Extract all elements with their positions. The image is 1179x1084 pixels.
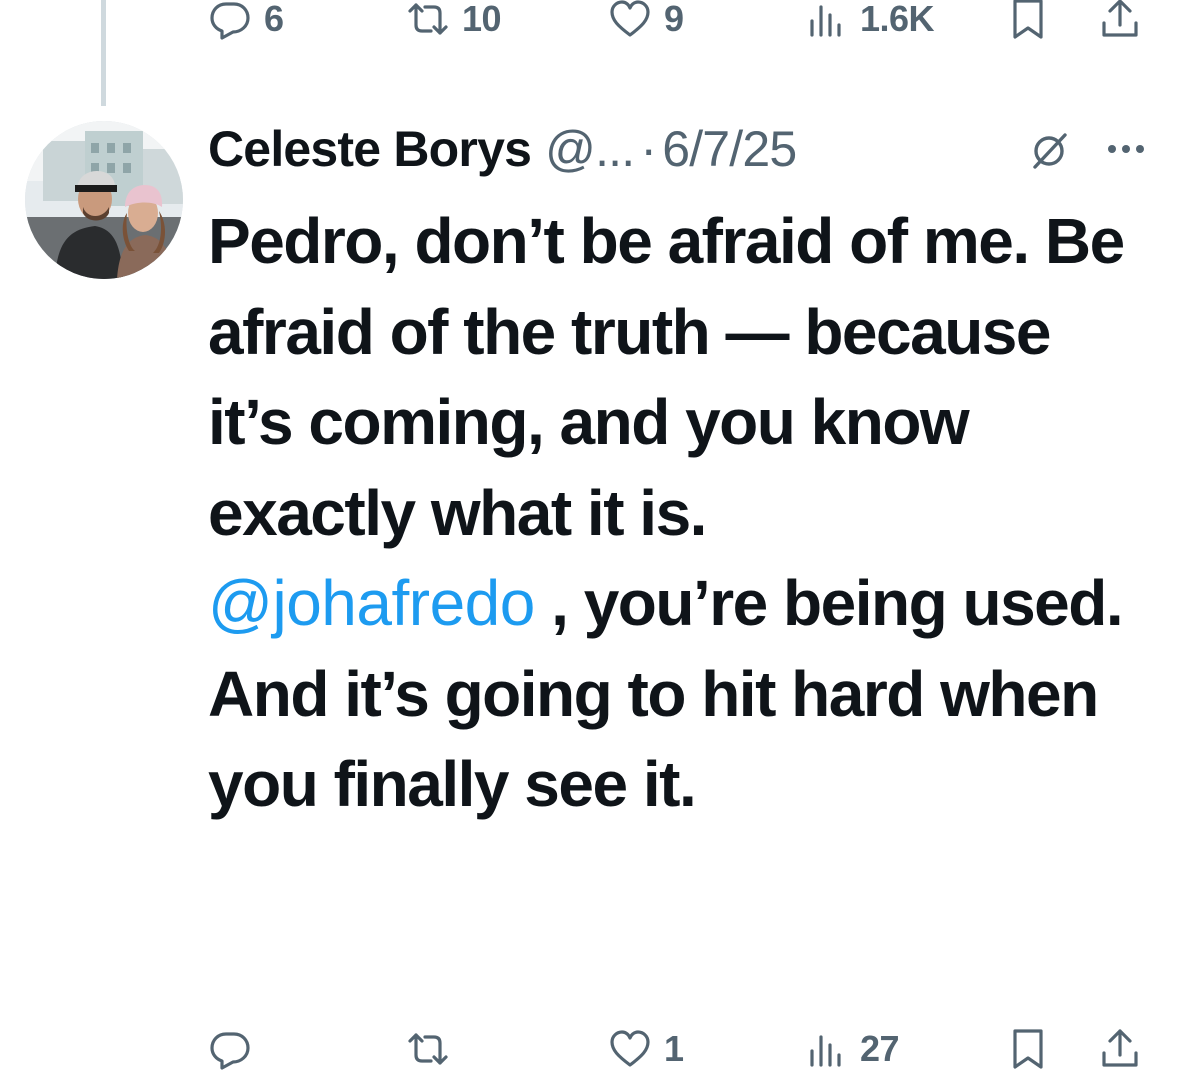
like-button[interactable]: 9 — [608, 0, 684, 44]
views-count: 1.6K — [860, 0, 935, 39]
author-handle[interactable]: @... — [545, 120, 635, 178]
repost-icon — [408, 3, 448, 35]
bookmark-icon — [1013, 1029, 1043, 1069]
views-icon — [810, 5, 841, 37]
repost-icon — [408, 1033, 448, 1065]
bookmark-button[interactable] — [1006, 1024, 1050, 1074]
avatar-photo-icon — [25, 121, 183, 279]
views-button[interactable]: 27 — [804, 1024, 900, 1074]
repost-button[interactable] — [406, 1024, 462, 1074]
mention-link[interactable]: @johafredo — [208, 567, 535, 639]
previous-tweet-action-bar: 6 10 9 1.6K — [208, 0, 1153, 44]
views-count: 27 — [860, 1028, 900, 1069]
tweet-action-bar: 1 27 — [208, 1024, 1153, 1074]
share-icon — [1102, 1029, 1138, 1067]
header-separator: · — [640, 121, 657, 177]
thread-connector-line — [101, 0, 106, 106]
bookmark-button[interactable] — [1006, 0, 1050, 44]
like-count: 1 — [664, 1028, 684, 1069]
reply-button[interactable]: 6 — [208, 0, 284, 44]
share-button[interactable] — [1098, 0, 1142, 44]
reply-count: 6 — [264, 0, 284, 39]
reply-button[interactable] — [208, 1024, 264, 1074]
like-count: 9 — [664, 0, 684, 39]
views-icon — [810, 1035, 841, 1067]
like-button[interactable]: 1 — [608, 1024, 684, 1074]
heart-icon — [610, 0, 650, 37]
author-name[interactable]: Celeste Borys — [208, 120, 532, 178]
reply-icon — [210, 2, 250, 40]
heart-icon — [610, 1030, 650, 1067]
tweet-date[interactable]: 6/7/25 — [662, 120, 797, 178]
bookmark-icon — [1013, 0, 1043, 39]
repost-button[interactable]: 10 — [406, 0, 502, 44]
reply-icon — [210, 1032, 250, 1070]
tweet-text: Pedro, don’t be afraid of me. Be afraid … — [208, 196, 1148, 830]
tweet-text-body: Pedro, don’t be afraid of me. Be afraid … — [208, 205, 1125, 549]
repost-count: 10 — [462, 0, 502, 39]
views-button[interactable]: 1.6K — [804, 0, 935, 44]
grok-icon[interactable] — [1028, 130, 1070, 172]
share-icon — [1102, 0, 1138, 37]
author-avatar[interactable] — [25, 121, 183, 279]
more-icon[interactable] — [1103, 126, 1149, 172]
tweet-header: Celeste Borys @... · 6/7/25 — [208, 116, 1153, 182]
share-button[interactable] — [1098, 1024, 1142, 1074]
